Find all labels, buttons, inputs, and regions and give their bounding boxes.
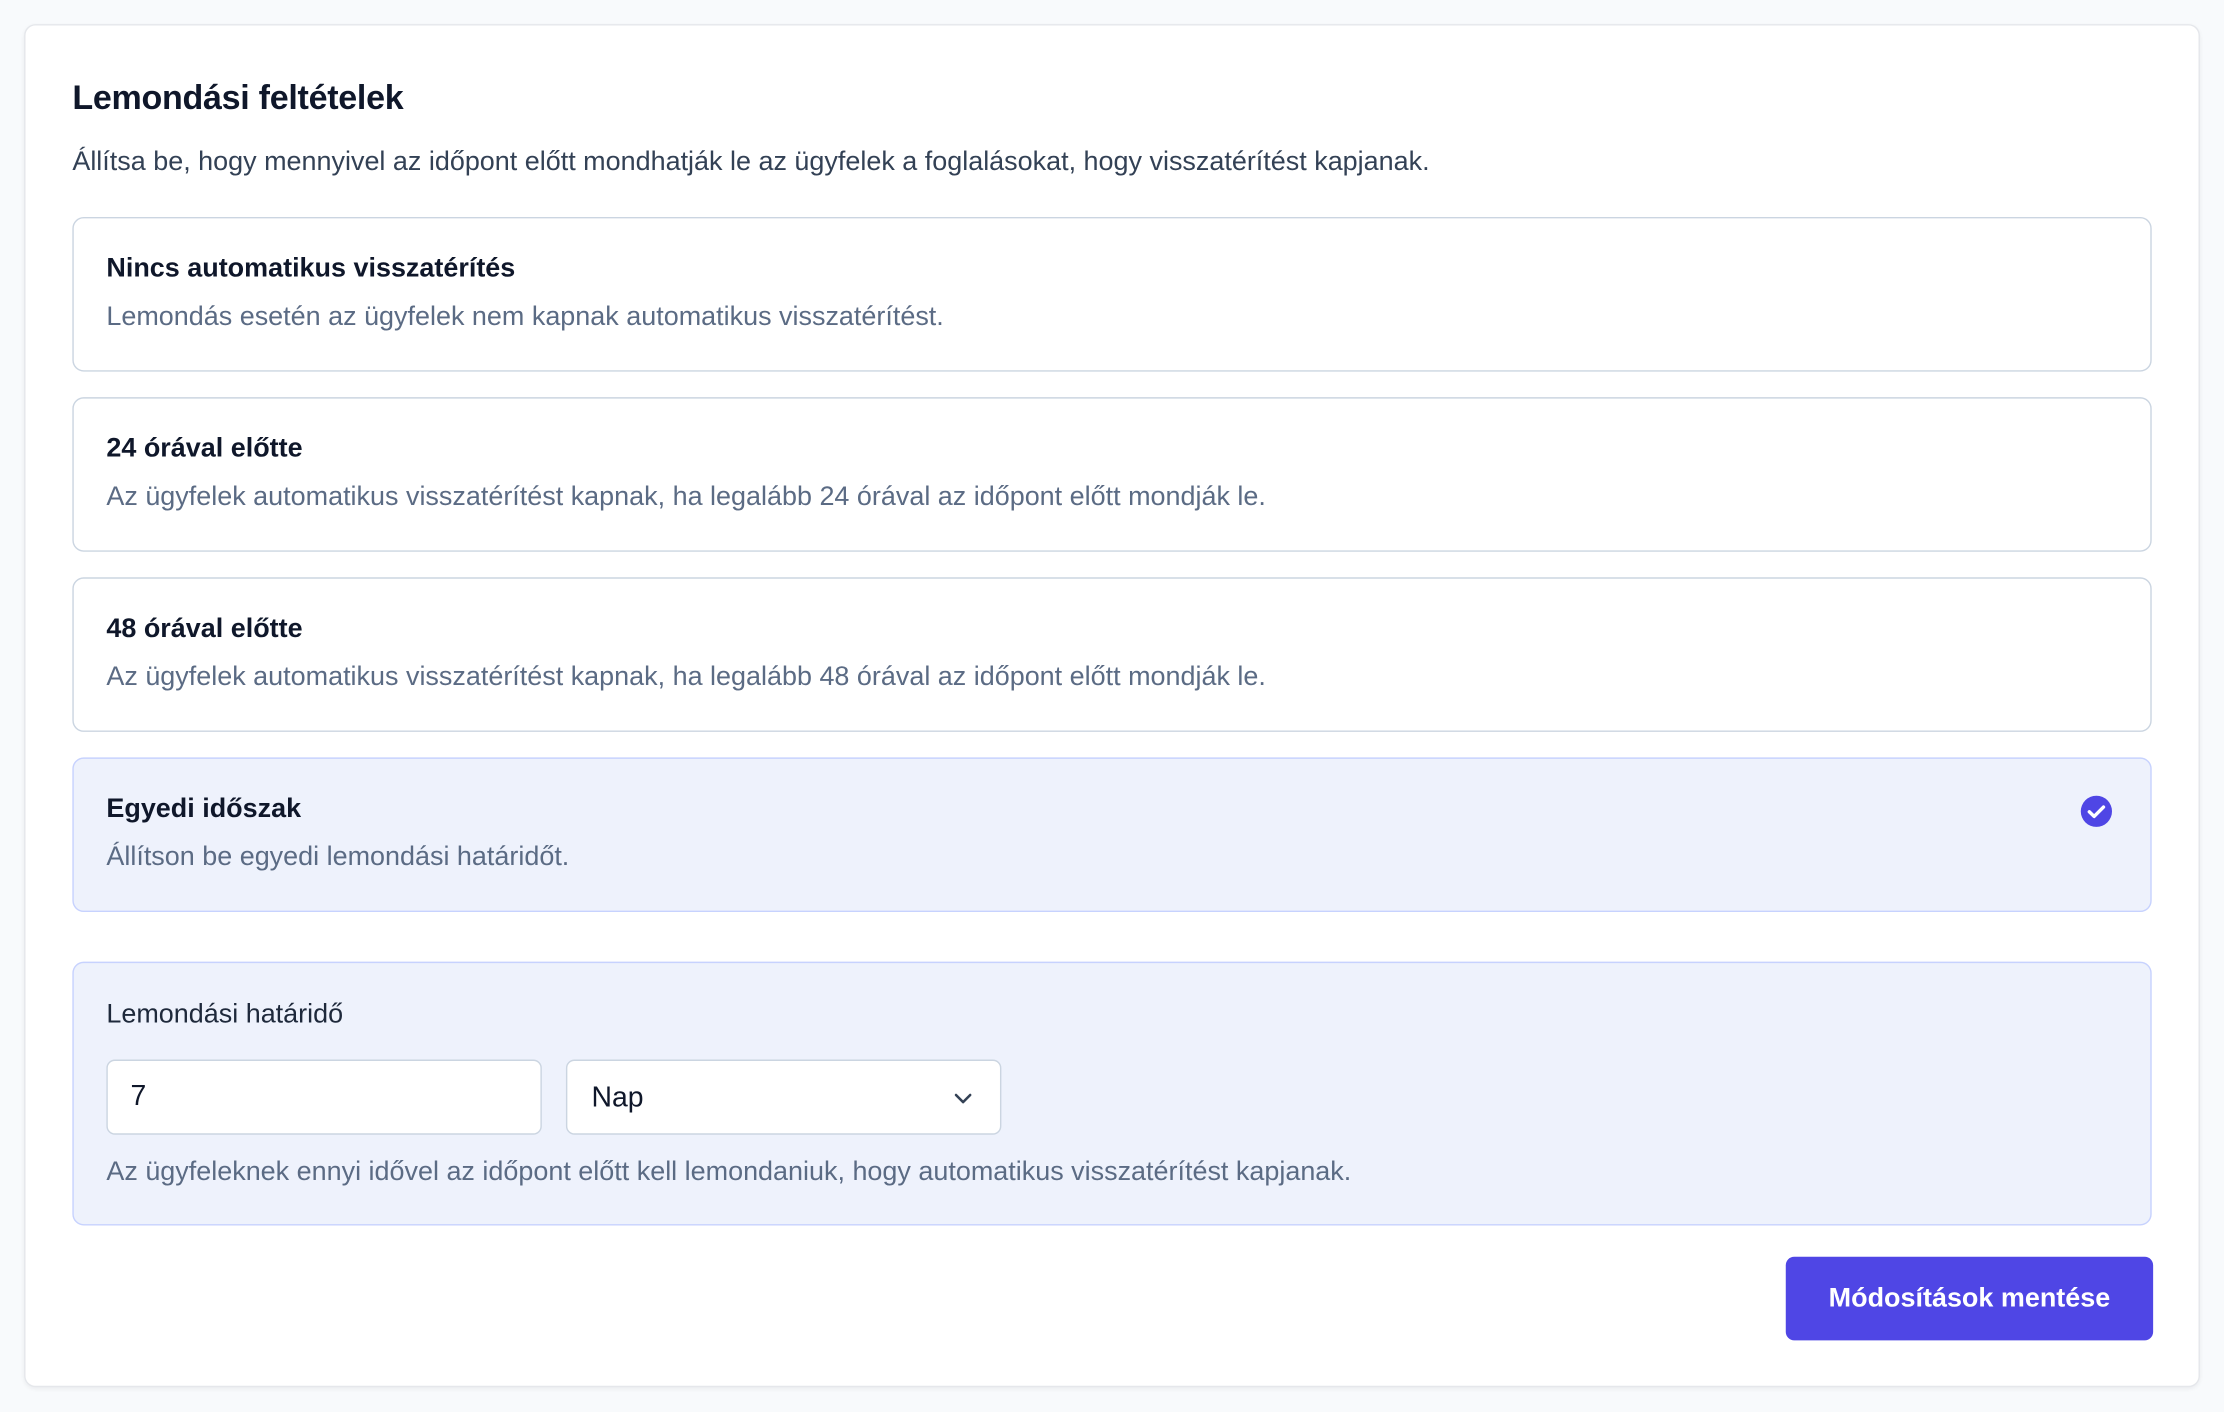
- option-description: Állítson be egyedi lemondási határidőt.: [106, 842, 570, 873]
- option-custom-period[interactable]: Egyedi időszak Állítson be egyedi lemond…: [72, 757, 2152, 913]
- option-title: Nincs automatikus visszatérítés: [106, 253, 516, 284]
- check-circle-icon: [2080, 795, 2112, 827]
- deadline-unit-select[interactable]: Nap: [565, 1059, 1002, 1135]
- option-24-hours[interactable]: 24 órával előtte Az ügyfelek automatikus…: [72, 397, 2152, 552]
- deadline-label: Lemondási határidő: [106, 999, 344, 1030]
- page-title: Lemondási feltételek: [72, 79, 404, 118]
- save-changes-button[interactable]: Módosítások mentése: [1785, 1256, 2154, 1341]
- option-48-hours[interactable]: 48 órával előtte Az ügyfelek automatikus…: [72, 577, 2152, 732]
- page-subtitle: Állítsa be, hogy mennyivel az időpont el…: [72, 147, 1430, 178]
- option-description: Az ügyfelek automatikus visszatérítést k…: [106, 662, 1266, 693]
- option-title: 24 órával előtte: [106, 434, 303, 464]
- cancellation-policy-card: Lemondási feltételek Állítsa be, hogy me…: [24, 24, 2200, 1388]
- option-description: Lemondás esetén az ügyfelek nem kapnak a…: [106, 302, 944, 332]
- chevron-down-icon: [954, 1093, 972, 1104]
- option-description: Az ügyfelek automatikus visszatérítést k…: [106, 482, 1266, 513]
- option-title: 48 órával előtte: [106, 614, 303, 644]
- option-no-refund[interactable]: Nincs automatikus visszatérítés Lemondás…: [72, 217, 2152, 372]
- custom-deadline-panel: Lemondási határidő Nap Az ügyfeleknek en…: [72, 961, 2152, 1226]
- deadline-help-text: Az ügyfeleknek ennyi idővel az időpont e…: [106, 1157, 1352, 1188]
- deadline-amount-input[interactable]: [106, 1059, 542, 1135]
- option-title: Egyedi időszak: [106, 794, 302, 825]
- deadline-unit-value: Nap: [591, 1082, 644, 1114]
